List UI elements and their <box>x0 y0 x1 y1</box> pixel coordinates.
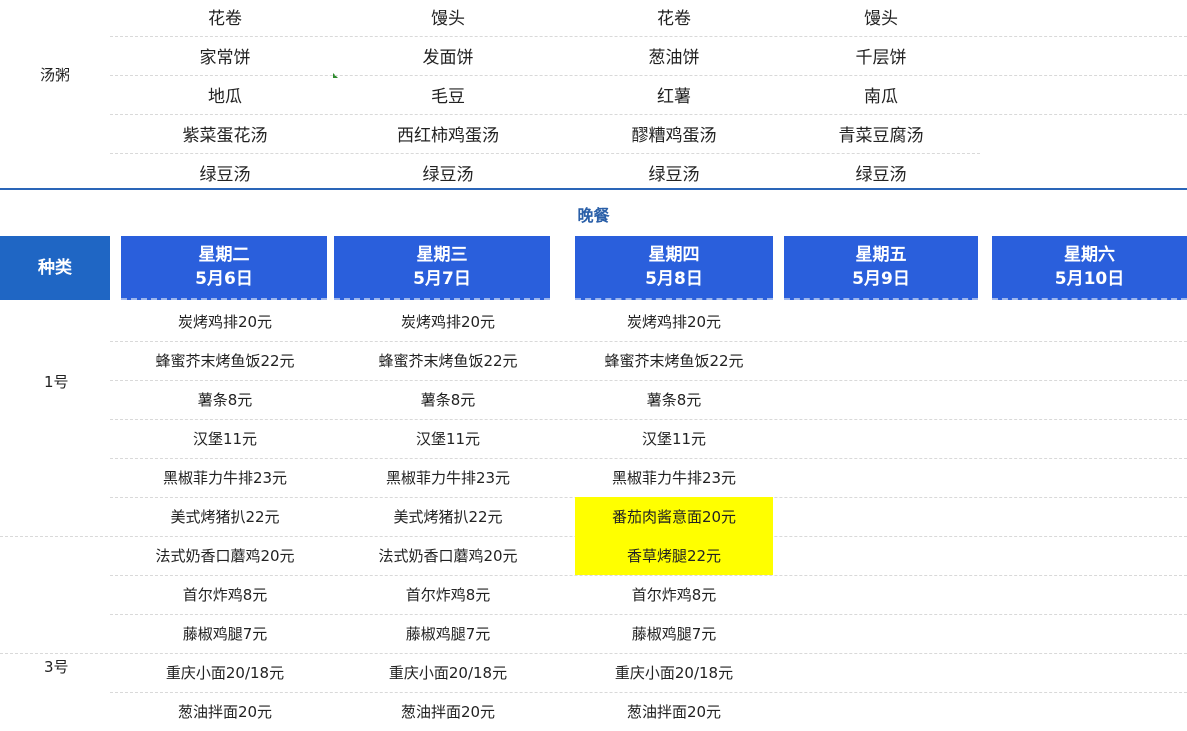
header-date: 5月10日 <box>1054 269 1125 289</box>
menu-cell: 炭烤鸡排20元 <box>626 313 722 331</box>
menu-cell: 蜂蜜芥末烤鱼饭22元 <box>378 352 518 370</box>
header-day-3: 星期四 5月8日 <box>575 236 773 300</box>
lunch-cell: 红薯 <box>657 87 691 107</box>
menu-cell: 美式烤猪扒22元 <box>170 508 280 526</box>
lunch-cell: 紫菜蛋花汤 <box>182 126 268 146</box>
header-date: 5月6日 <box>195 269 253 289</box>
menu-cell: 法式奶香口蘑鸡20元 <box>378 547 518 565</box>
menu-cell: 黑椒菲力牛排23元 <box>162 469 288 487</box>
menu-cell: 藤椒鸡腿7元 <box>405 625 491 643</box>
menu-cell: 汉堡11元 <box>192 430 258 448</box>
dinner-title: 晚餐 <box>577 206 610 225</box>
lunch-cell: 花卷 <box>208 9 242 29</box>
menu-cell: 黑椒菲力牛排23元 <box>385 469 511 487</box>
lunch-cell: 发面饼 <box>422 48 474 68</box>
group-label-3: 3号 <box>44 658 69 676</box>
lunch-cell: 家常饼 <box>199 48 251 68</box>
header-weekday: 星期二 <box>198 245 250 265</box>
lunch-cell: 西红柿鸡蛋汤 <box>397 126 499 146</box>
menu-cell: 法式奶香口蘑鸡20元 <box>155 547 295 565</box>
header-date: 5月9日 <box>852 269 910 289</box>
lunch-cell: 千层饼 <box>855 48 907 68</box>
menu-cell: 藤椒鸡腿7元 <box>631 625 717 643</box>
header-day-2: 星期三 5月7日 <box>334 236 550 300</box>
header-date: 5月7日 <box>413 269 471 289</box>
lunch-cell: 青菜豆腐汤 <box>838 126 924 146</box>
lunch-cell: 葱油饼 <box>648 48 700 68</box>
lunch-cell: 毛豆 <box>431 87 465 107</box>
header-weekday: 星期六 <box>1064 245 1115 265</box>
lunch-cell: 醪糟鸡蛋汤 <box>631 126 717 146</box>
menu-cell: 藤椒鸡腿7元 <box>182 625 268 643</box>
group-label-1: 1号 <box>44 373 69 391</box>
lunch-cell: 绿豆汤 <box>422 165 474 185</box>
lunch-cell: 地瓜 <box>208 87 242 107</box>
category-label-soup: 汤粥 <box>40 66 71 84</box>
lunch-cell: 馒头 <box>431 9 465 29</box>
header-category-label: 种类 <box>38 258 72 278</box>
menu-cell: 首尔炸鸡8元 <box>631 586 717 604</box>
header-category: 种类 <box>0 236 110 300</box>
menu-cell-highlighted: 香草烤腿22元 <box>575 536 773 575</box>
menu-cell-highlighted: 番茄肉酱意面20元 <box>575 497 773 536</box>
menu-cell: 薯条8元 <box>197 391 253 409</box>
section-separator <box>0 188 1187 190</box>
header-weekday: 星期三 <box>416 245 468 265</box>
lunch-cell: 南瓜 <box>864 87 898 107</box>
menu-cell: 葱油拌面20元 <box>177 703 273 721</box>
menu-cell: 首尔炸鸡8元 <box>405 586 491 604</box>
header-day-1: 星期二 5月6日 <box>121 236 327 300</box>
lunch-cell: 绿豆汤 <box>648 165 700 185</box>
menu-cell: 炭烤鸡排20元 <box>177 313 273 331</box>
header-date: 5月8日 <box>645 269 703 289</box>
menu-cell: 重庆小面20/18元 <box>614 664 734 682</box>
menu-cell: 薯条8元 <box>420 391 476 409</box>
menu-cell: 葱油拌面20元 <box>626 703 722 721</box>
menu-cell: 重庆小面20/18元 <box>165 664 285 682</box>
header-weekday: 星期五 <box>855 245 907 265</box>
header-day-5: 星期六 5月10日 <box>992 236 1187 300</box>
lunch-cell: 绿豆汤 <box>199 165 251 185</box>
menu-cell: 汉堡11元 <box>415 430 481 448</box>
menu-cell: 蜂蜜芥末烤鱼饭22元 <box>604 352 744 370</box>
menu-cell: 重庆小面20/18元 <box>388 664 508 682</box>
menu-cell: 美式烤猪扒22元 <box>393 508 503 526</box>
menu-cell: 黑椒菲力牛排23元 <box>611 469 737 487</box>
menu-cell: 炭烤鸡排20元 <box>400 313 496 331</box>
menu-cell: 首尔炸鸡8元 <box>182 586 268 604</box>
menu-cell: 汉堡11元 <box>641 430 707 448</box>
lunch-cell: 绿豆汤 <box>855 165 907 185</box>
menu-cell: 蜂蜜芥末烤鱼饭22元 <box>155 352 295 370</box>
lunch-cell: 花卷 <box>657 9 691 29</box>
header-weekday: 星期四 <box>648 245 700 265</box>
menu-cell: 薯条8元 <box>646 391 702 409</box>
menu-cell: 葱油拌面20元 <box>400 703 496 721</box>
header-day-4: 星期五 5月9日 <box>784 236 978 300</box>
lunch-cell: 馒头 <box>864 9 898 29</box>
